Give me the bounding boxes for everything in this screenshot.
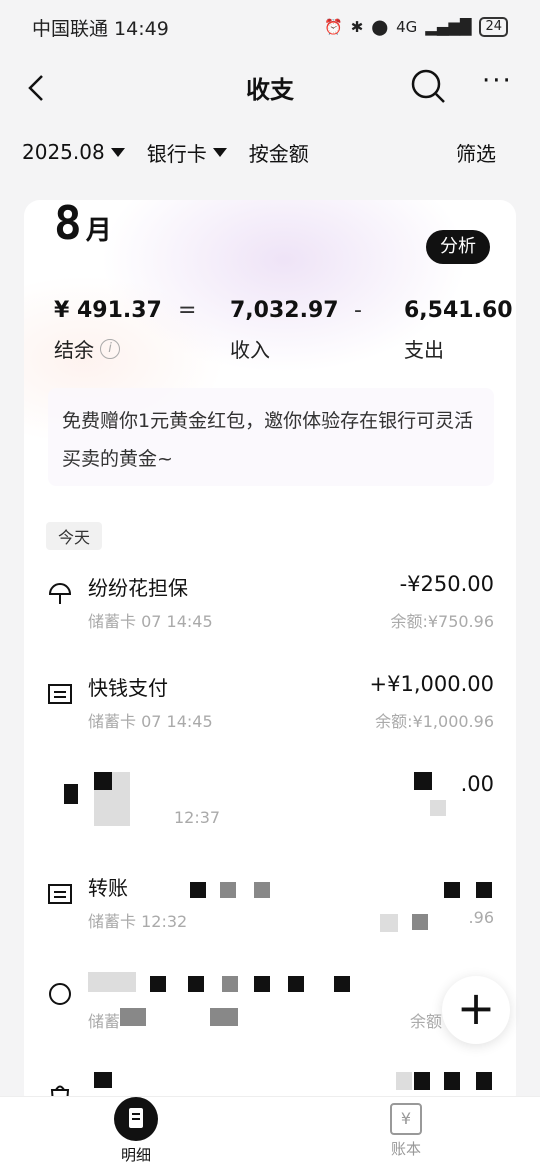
equals-sign: = bbox=[178, 298, 197, 323]
redacted-block bbox=[220, 882, 236, 898]
minus-sign: - bbox=[354, 298, 362, 323]
alarm-icon: ⏰ bbox=[324, 18, 343, 36]
month-heading: 8 月 bbox=[54, 200, 112, 250]
account-filter[interactable]: 银行卡 bbox=[147, 138, 227, 167]
redacted-block bbox=[254, 976, 270, 992]
transaction-title: 纷纷花担保 bbox=[88, 576, 188, 600]
transaction-subtitle: 12:37 bbox=[174, 808, 221, 827]
summary-card: 8 月 分析 ¥ 491.37 = 7,032.97 - 6,541.60 结余… bbox=[24, 200, 516, 1110]
transaction-amount: +¥1,000.00 bbox=[369, 672, 494, 696]
transaction-title: 快钱支付 bbox=[88, 676, 168, 700]
redacted-block bbox=[112, 772, 130, 790]
more-icon[interactable]: ··· bbox=[482, 68, 518, 100]
redacted-block bbox=[444, 882, 460, 898]
transaction-subtitle: 储蓄 bbox=[88, 1012, 121, 1031]
redacted-block bbox=[380, 914, 398, 932]
tab-detail[interactable]: 明细 bbox=[86, 1097, 186, 1170]
sort-filter-label: 按金额 bbox=[248, 141, 309, 166]
battery-icon: 24 bbox=[479, 17, 508, 37]
month-filter[interactable]: 2025.08 bbox=[22, 140, 125, 164]
redacted-block bbox=[190, 882, 206, 898]
detail-icon bbox=[114, 1097, 158, 1141]
status-carrier-time: 中国联通 14:49 bbox=[32, 17, 169, 40]
filter-button-label: 筛选 bbox=[456, 141, 496, 166]
account-filter-label: 银行卡 bbox=[146, 141, 207, 166]
transaction-balance: .96 bbox=[468, 908, 494, 927]
redacted-block bbox=[412, 914, 428, 930]
info-icon[interactable]: i bbox=[100, 338, 120, 359]
redacted-block bbox=[64, 784, 78, 804]
balance-label-group: 结余 i bbox=[54, 334, 120, 363]
income-value: 7,032.97 bbox=[230, 298, 339, 323]
transaction-subtitle: 储蓄卡 07 14:45 bbox=[88, 612, 213, 631]
analysis-button[interactable]: 分析 bbox=[426, 230, 490, 264]
redacted-block bbox=[188, 976, 204, 992]
transaction-amount: -¥250.00 bbox=[399, 572, 494, 596]
redacted-block bbox=[94, 772, 112, 790]
month-filter-label: 2025.08 bbox=[22, 140, 105, 164]
transaction-subtitle: 储蓄卡 07 14:45 bbox=[88, 712, 213, 731]
transaction-title: 转账 bbox=[88, 876, 128, 900]
balance-value: ¥ 491.37 bbox=[54, 298, 162, 323]
clock-icon bbox=[49, 983, 71, 1005]
promo-banner[interactable]: 免费赠你1元黄金红包，邀你体验存在银行可灵活买卖的黄金~ bbox=[48, 388, 494, 486]
transaction-subtitle: 储蓄卡 12:32 bbox=[88, 912, 188, 931]
transfer-icon bbox=[48, 684, 72, 704]
redacted-block bbox=[94, 790, 130, 826]
redacted-block bbox=[288, 976, 304, 992]
page-title: 收支 bbox=[246, 76, 294, 104]
redacted-block bbox=[444, 1072, 460, 1090]
redacted-block bbox=[430, 800, 446, 816]
redacted-block bbox=[120, 1008, 146, 1026]
transaction-balance: 余额 bbox=[409, 1012, 442, 1031]
redacted-block bbox=[222, 976, 238, 992]
redacted-block bbox=[476, 882, 492, 898]
redacted-block bbox=[210, 1008, 238, 1026]
redacted-block bbox=[414, 772, 432, 790]
expense-value: 6,541.60 bbox=[404, 298, 513, 323]
caret-down-icon bbox=[110, 147, 125, 157]
caret-down-icon bbox=[212, 147, 227, 157]
redacted-block bbox=[88, 972, 136, 992]
sort-filter[interactable]: 按金额 bbox=[249, 138, 309, 167]
redacted-block bbox=[414, 1072, 430, 1090]
tab-bar: 明细 ¥ 账本 bbox=[0, 1096, 540, 1170]
month-suffix: 月 bbox=[85, 216, 112, 246]
umbrella-icon bbox=[48, 583, 72, 604]
tab-detail-label: 明细 bbox=[120, 1146, 151, 1164]
redacted-block bbox=[150, 976, 166, 992]
month-number: 8 bbox=[54, 200, 82, 250]
redacted-block bbox=[476, 1072, 492, 1090]
income-label: 收入 bbox=[230, 338, 270, 362]
network-label: 4G bbox=[396, 18, 418, 36]
expense-label: 支出 bbox=[404, 338, 444, 362]
transaction-balance: 余额:¥1,000.96 bbox=[375, 712, 494, 731]
filter-button[interactable]: 筛选 bbox=[456, 138, 496, 167]
location-icon: ⬤ bbox=[371, 18, 389, 36]
add-record-button[interactable]: + bbox=[442, 976, 510, 1044]
transaction-row[interactable]: 纷纷花担保 储蓄卡 07 14:45 -¥250.00 余额:¥750.96 bbox=[24, 572, 516, 652]
transaction-row[interactable]: 转账 储蓄卡 12:32 .96 bbox=[24, 872, 516, 952]
transaction-row[interactable]: 12:37 .00 bbox=[24, 772, 516, 852]
signal-icon: ▂▄▆█ bbox=[425, 18, 472, 36]
redacted-block bbox=[254, 882, 270, 898]
nav-bar: 收支 ··· bbox=[0, 58, 540, 118]
tab-ledger[interactable]: ¥ 账本 bbox=[356, 1097, 456, 1170]
status-icons: ⏰ ✱ ⬤ 4G ▂▄▆█ 24 bbox=[324, 17, 508, 37]
transaction-balance: 余额:¥750.96 bbox=[390, 612, 494, 631]
search-icon[interactable] bbox=[410, 68, 446, 104]
filter-bar: 2025.08 银行卡 按金额 筛选 bbox=[0, 130, 540, 174]
transaction-row[interactable]: 快钱支付 储蓄卡 07 14:45 +¥1,000.00 余额:¥1,000.9… bbox=[24, 672, 516, 752]
redacted-block bbox=[396, 1072, 412, 1090]
bluetooth-icon: ✱ bbox=[350, 18, 364, 36]
transfer-icon bbox=[48, 884, 72, 904]
tab-ledger-label: 账本 bbox=[390, 1140, 421, 1158]
status-bar: 中国联通 14:49 ⏰ ✱ ⬤ 4G ▂▄▆█ 24 bbox=[0, 0, 540, 54]
day-chip: 今天 bbox=[46, 522, 103, 550]
redacted-block bbox=[334, 976, 350, 992]
balance-label: 结余 bbox=[54, 338, 94, 362]
redacted-block bbox=[94, 1072, 112, 1088]
ledger-icon: ¥ bbox=[390, 1103, 422, 1135]
transaction-amount: .00 bbox=[460, 772, 494, 796]
